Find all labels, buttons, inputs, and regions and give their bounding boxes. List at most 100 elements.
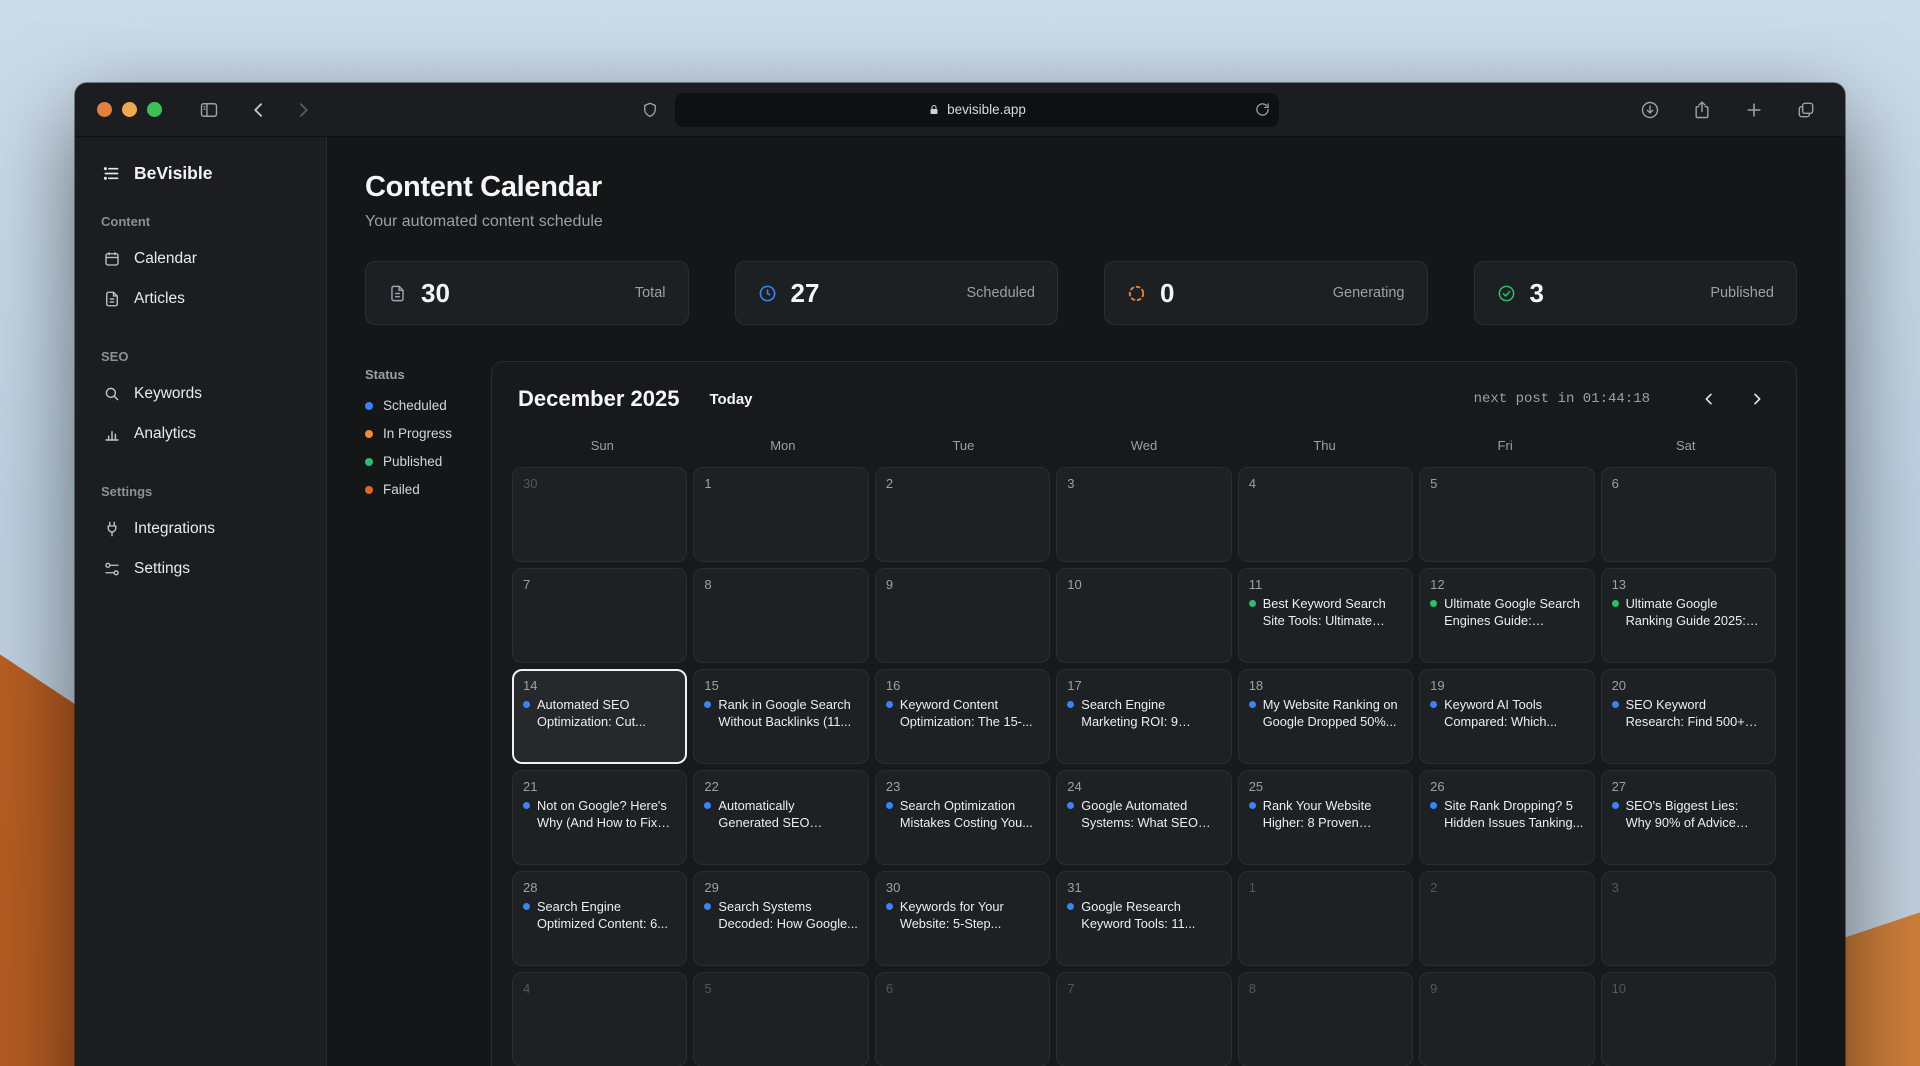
address-bar[interactable]: bevisible.app — [675, 93, 1279, 127]
calendar-day-cell[interactable]: 24Google Automated Systems: What SEO Pr.… — [1056, 770, 1231, 865]
calendar-event[interactable]: Not on Google? Here's Why (And How to Fi… — [523, 798, 676, 831]
event-title: Search Engine Optimized Content: 6... — [537, 899, 676, 932]
calendar-event[interactable]: SEO's Biggest Lies: Why 90% of Advice Do… — [1612, 798, 1765, 831]
calendar-event[interactable]: Search Engine Optimized Content: 6... — [523, 899, 676, 932]
sidebar-section-label: SEO — [101, 349, 300, 364]
sidebar-item-label: Analytics — [134, 425, 196, 443]
event-status-dot — [1249, 600, 1256, 607]
prev-month-icon[interactable] — [1696, 386, 1722, 412]
date-number: 30 — [523, 476, 676, 491]
date-number: 3 — [1067, 476, 1220, 491]
sidebar-item-articles[interactable]: Articles — [101, 279, 300, 319]
downloads-icon[interactable] — [1633, 93, 1667, 127]
calendar-event[interactable]: Ultimate Google Search Engines Guide: Ma… — [1430, 596, 1583, 629]
sidebar-item-analytics[interactable]: Analytics — [101, 414, 300, 454]
tab-overview-icon[interactable] — [1789, 93, 1823, 127]
calendar-event[interactable]: Automatically Generated SEO Content: Wha… — [704, 798, 857, 831]
calendar-day-cell[interactable]: 23Search Optimization Mistakes Costing Y… — [875, 770, 1050, 865]
reload-icon[interactable] — [1255, 102, 1270, 117]
close-button[interactable] — [97, 102, 112, 117]
weekday-label: Mon — [693, 438, 874, 453]
share-icon[interactable] — [1685, 93, 1719, 127]
file-icon — [388, 284, 407, 303]
calendar-day-cell[interactable]: 5 — [1419, 467, 1594, 562]
calendar-event[interactable]: Automated SEO Optimization: Cut... — [523, 697, 676, 730]
calendar-day-cell[interactable]: 25Rank Your Website Higher: 8 Proven Saa… — [1238, 770, 1413, 865]
calendar-day-cell[interactable]: 28Search Engine Optimized Content: 6... — [512, 871, 687, 966]
weekday-label: Tue — [873, 438, 1054, 453]
calendar-event[interactable]: Rank in Google Search Without Backlinks … — [704, 697, 857, 730]
calendar-day-cell[interactable]: 7 — [1056, 972, 1231, 1066]
calendar-event[interactable]: Search Engine Marketing ROI: 9 Metrics T… — [1067, 697, 1220, 730]
sidebar-toggle-icon[interactable] — [192, 93, 226, 127]
calendar-day-cell[interactable]: 20SEO Keyword Research: Find 500+ Terms … — [1601, 669, 1776, 764]
calendar-day-cell[interactable]: 19Keyword AI Tools Compared: Which... — [1419, 669, 1594, 764]
calendar-day-cell[interactable]: 4 — [512, 972, 687, 1066]
calendar-day-cell[interactable]: 29Search Systems Decoded: How Google... — [693, 871, 868, 966]
sidebar-item-keywords[interactable]: Keywords — [101, 374, 300, 414]
calendar-day-cell[interactable]: 17Search Engine Marketing ROI: 9 Metrics… — [1056, 669, 1231, 764]
weekday-label: Sun — [512, 438, 693, 453]
calendar-event[interactable]: SEO Keyword Research: Find 500+ Terms in… — [1612, 697, 1765, 730]
date-number: 11 — [1249, 577, 1402, 592]
calendar-day-cell[interactable]: 30Keywords for Your Website: 5-Step... — [875, 871, 1050, 966]
calendar-day-cell[interactable]: 27SEO's Biggest Lies: Why 90% of Advice … — [1601, 770, 1776, 865]
calendar-event[interactable]: Rank Your Website Higher: 8 Proven SaaS.… — [1249, 798, 1402, 831]
date-number: 10 — [1067, 577, 1220, 592]
sidebar-section-label: Content — [101, 214, 300, 229]
calendar-event[interactable]: Google Automated Systems: What SEO Pr... — [1067, 798, 1220, 831]
calendar-day-cell[interactable]: 8 — [693, 568, 868, 663]
calendar-day-cell[interactable]: 7 — [512, 568, 687, 663]
calendar-day-cell[interactable]: 31Google Research Keyword Tools: 11... — [1056, 871, 1231, 966]
today-button[interactable]: Today — [709, 391, 752, 408]
calendar-event[interactable]: Site Rank Dropping? 5 Hidden Issues Tank… — [1430, 798, 1583, 831]
new-tab-icon[interactable] — [1737, 93, 1771, 127]
calendar-day-cell[interactable]: 26Site Rank Dropping? 5 Hidden Issues Ta… — [1419, 770, 1594, 865]
sidebar-item-calendar[interactable]: Calendar — [101, 239, 300, 279]
calendar-day-cell[interactable]: 16Keyword Content Optimization: The 15-.… — [875, 669, 1050, 764]
calendar-event[interactable]: Keyword AI Tools Compared: Which... — [1430, 697, 1583, 730]
calendar-event[interactable]: Ultimate Google Ranking Guide 2025: How … — [1612, 596, 1765, 629]
next-month-icon[interactable] — [1744, 386, 1770, 412]
calendar-day-cell-today[interactable]: 14Automated SEO Optimization: Cut... — [512, 669, 687, 764]
calendar-day-cell[interactable]: 1 — [693, 467, 868, 562]
calendar-day-cell[interactable]: 3 — [1601, 871, 1776, 966]
calendar-event[interactable]: My Website Ranking on Google Dropped 50%… — [1249, 697, 1402, 730]
calendar-day-cell[interactable]: 10 — [1056, 568, 1231, 663]
calendar-day-cell[interactable]: 18My Website Ranking on Google Dropped 5… — [1238, 669, 1413, 764]
calendar-day-cell[interactable]: 2 — [875, 467, 1050, 562]
minimize-button[interactable] — [122, 102, 137, 117]
calendar-event[interactable]: Search Systems Decoded: How Google... — [704, 899, 857, 932]
back-button[interactable] — [242, 93, 276, 127]
weekday-label: Sat — [1595, 438, 1776, 453]
calendar-day-cell[interactable]: 15Rank in Google Search Without Backlink… — [693, 669, 868, 764]
calendar-event[interactable]: Keyword Content Optimization: The 15-... — [886, 697, 1039, 730]
calendar-day-cell[interactable]: 22Automatically Generated SEO Content: W… — [693, 770, 868, 865]
calendar-day-cell[interactable]: 13Ultimate Google Ranking Guide 2025: Ho… — [1601, 568, 1776, 663]
calendar-day-cell[interactable]: 10 — [1601, 972, 1776, 1066]
calendar-event[interactable]: Keywords for Your Website: 5-Step... — [886, 899, 1039, 932]
stat-value: 3 — [1530, 278, 1544, 309]
sidebar-item-settings[interactable]: Settings — [101, 549, 300, 589]
sidebar-item-integrations[interactable]: Integrations — [101, 509, 300, 549]
calendar-day-cell[interactable]: 2 — [1419, 871, 1594, 966]
calendar-day-cell[interactable]: 5 — [693, 972, 868, 1066]
calendar-day-cell[interactable]: 6 — [875, 972, 1050, 1066]
forward-button[interactable] — [286, 93, 320, 127]
calendar-event[interactable]: Google Research Keyword Tools: 11... — [1067, 899, 1220, 932]
calendar-day-cell[interactable]: 6 — [1601, 467, 1776, 562]
calendar-day-cell[interactable]: 21Not on Google? Here's Why (And How to … — [512, 770, 687, 865]
calendar-day-cell[interactable]: 9 — [875, 568, 1050, 663]
calendar-day-cell[interactable]: 30 — [512, 467, 687, 562]
calendar-day-cell[interactable]: 12Ultimate Google Search Engines Guide: … — [1419, 568, 1594, 663]
calendar-day-cell[interactable]: 11 Best Keyword Search Site Tools: Ultima… — [1238, 568, 1413, 663]
calendar-day-cell[interactable]: 3 — [1056, 467, 1231, 562]
calendar-day-cell[interactable]: 8 — [1238, 972, 1413, 1066]
calendar-day-cell[interactable]: 9 — [1419, 972, 1594, 1066]
calendar-day-cell[interactable]: 1 — [1238, 871, 1413, 966]
weekday-label: Thu — [1234, 438, 1415, 453]
zoom-button[interactable] — [147, 102, 162, 117]
calendar-day-cell[interactable]: 4 — [1238, 467, 1413, 562]
calendar-event[interactable]: Best Keyword Search Site Tools: Ultimate… — [1249, 596, 1402, 629]
calendar-event[interactable]: Search Optimization Mistakes Costing You… — [886, 798, 1039, 831]
